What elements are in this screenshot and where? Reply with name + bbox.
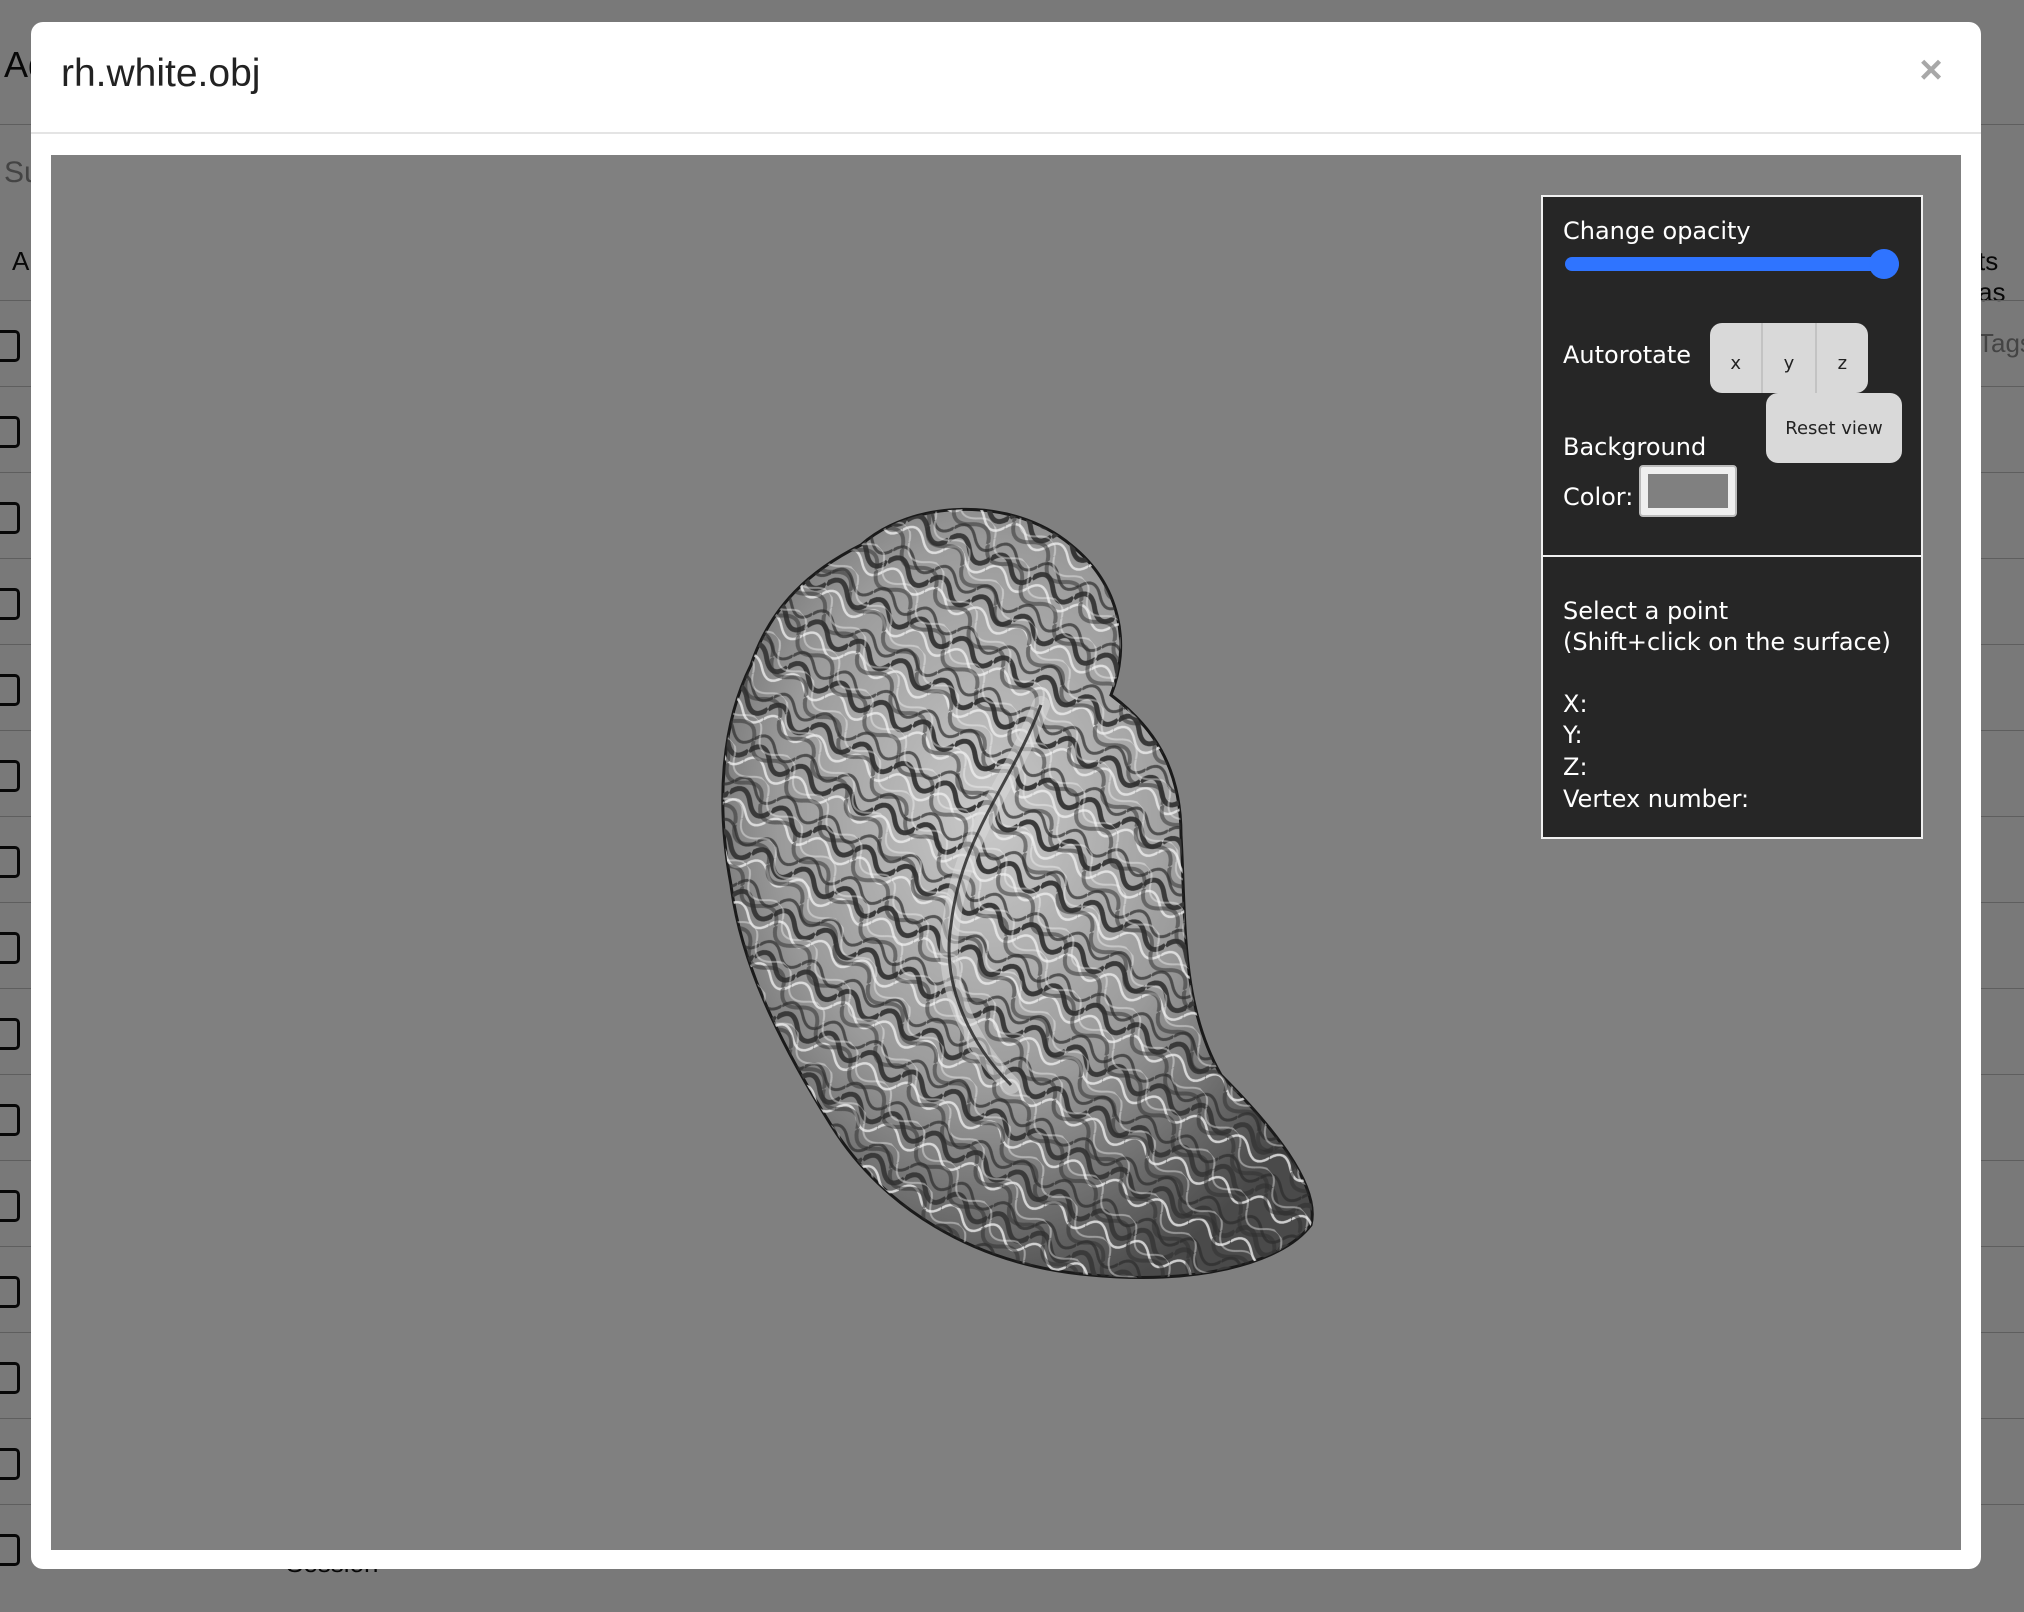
autorotate-label: Autorotate bbox=[1563, 341, 1692, 369]
viewer-control-panel: Change opacity Autorotate x y z Reset vi… bbox=[1541, 195, 1923, 839]
point-x-label: X: bbox=[1563, 690, 1588, 718]
autorotate-axis-group: x y z bbox=[1710, 323, 1868, 393]
background-label: Background bbox=[1563, 433, 1707, 461]
reset-view-button[interactable]: Reset view bbox=[1766, 393, 1902, 463]
color-label: Color: bbox=[1563, 483, 1634, 511]
3d-viewer-canvas[interactable]: Change opacity Autorotate x y z Reset vi… bbox=[51, 155, 1961, 1550]
panel-divider bbox=[1543, 555, 1921, 557]
close-button[interactable]: × bbox=[1911, 50, 1951, 90]
modal-title: rh.white.obj bbox=[61, 52, 261, 95]
vertex-number-label: Vertex number: bbox=[1563, 785, 1750, 813]
brain-surface-mesh[interactable] bbox=[711, 505, 1331, 1285]
point-y-label: Y: bbox=[1563, 721, 1583, 749]
autorotate-x-button[interactable]: x bbox=[1710, 323, 1764, 393]
select-point-title: Select a point bbox=[1563, 597, 1729, 625]
opacity-slider-thumb[interactable] bbox=[1869, 249, 1899, 279]
color-swatch-fill bbox=[1648, 474, 1728, 508]
modal-header: rh.white.obj × bbox=[31, 22, 1981, 134]
opacity-label: Change opacity bbox=[1563, 217, 1751, 245]
opacity-slider-track[interactable] bbox=[1565, 257, 1899, 271]
surface-viewer-modal: rh.white.obj × Change opacity Autorotate… bbox=[31, 22, 1981, 1569]
point-z-label: Z: bbox=[1563, 753, 1588, 781]
autorotate-z-button[interactable]: z bbox=[1817, 323, 1868, 393]
select-point-hint: (Shift+click on the surface) bbox=[1563, 628, 1891, 656]
autorotate-y-button[interactable]: y bbox=[1763, 323, 1817, 393]
background-color-picker[interactable] bbox=[1639, 465, 1737, 517]
